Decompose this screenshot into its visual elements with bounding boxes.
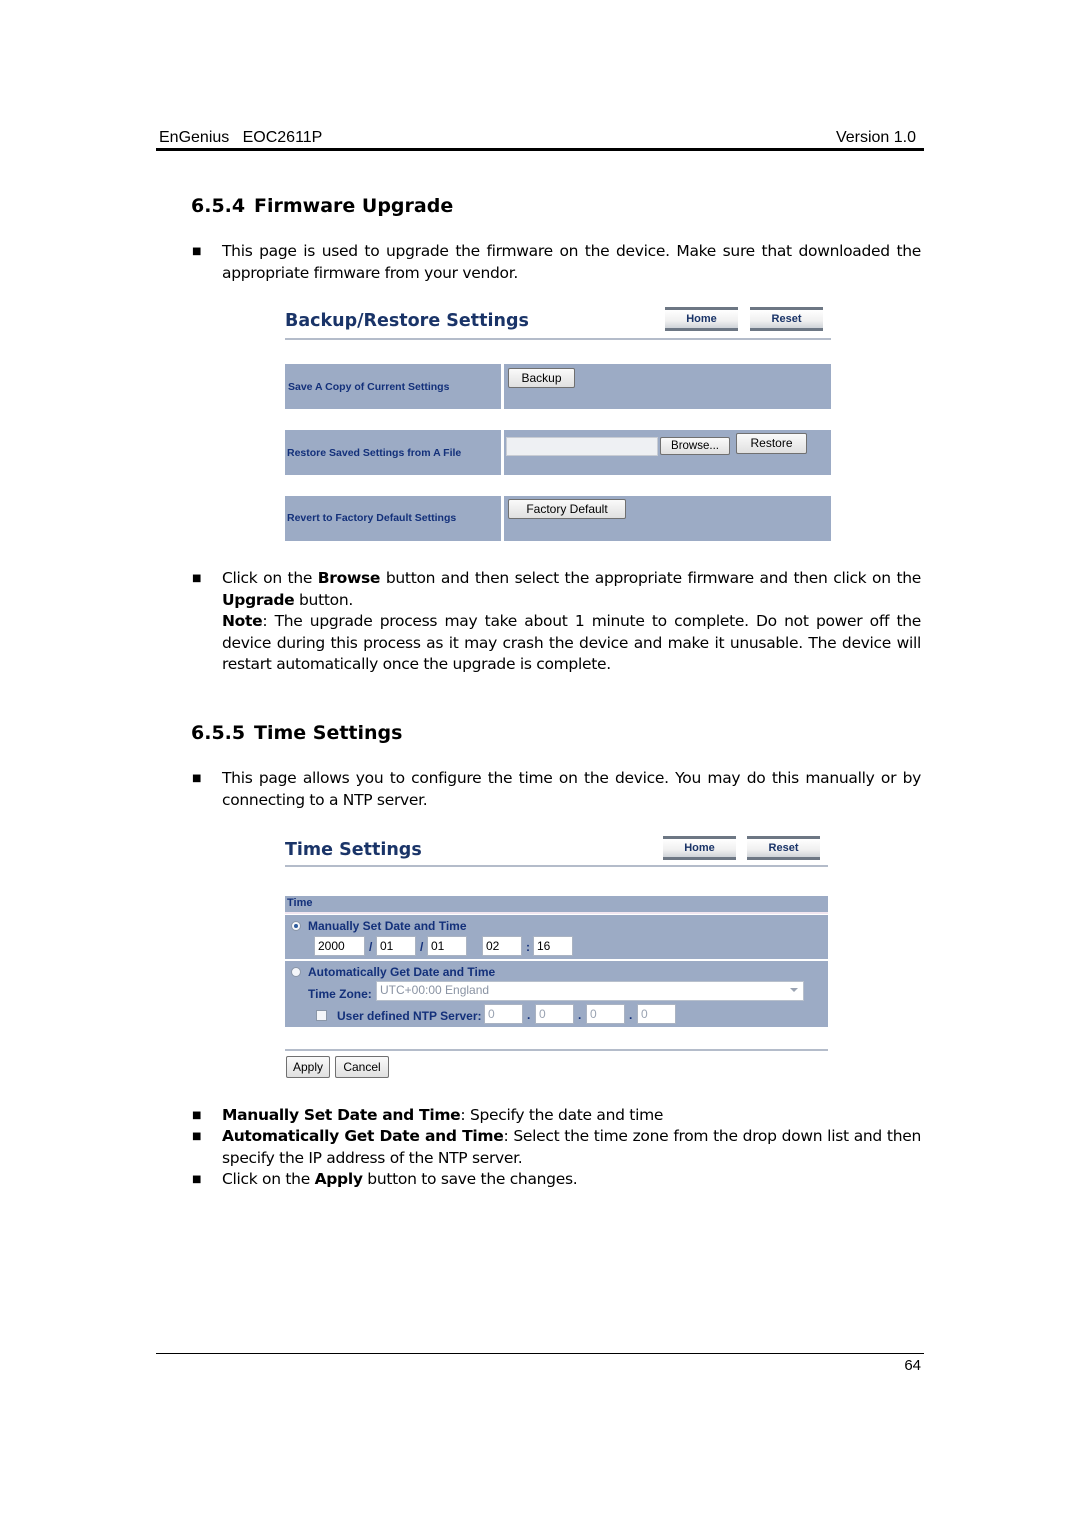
backup-page-title: Backup/Restore Settings xyxy=(285,311,529,331)
time-intro-text: This page allows you to configure the ti… xyxy=(222,769,921,809)
instr-text: Click on the xyxy=(222,569,318,587)
bullet-icon: ■ xyxy=(192,246,202,257)
note-text: : The upgrade process may take about 1 m… xyxy=(222,612,921,673)
bullet-text: : Specify the date and time xyxy=(460,1106,664,1124)
cancel-button[interactable]: Cancel xyxy=(335,1056,389,1078)
timezone-value: UTC+00:00 England xyxy=(380,983,490,997)
bullet-icon: ■ xyxy=(192,1110,202,1121)
backup-row-label: Save A Copy of Current Settings xyxy=(288,381,450,393)
manual-radio[interactable] xyxy=(291,921,301,931)
bullet-bold: Apply xyxy=(314,1170,363,1188)
time-separator: : xyxy=(526,940,530,954)
minute-input[interactable]: 16 xyxy=(533,936,573,956)
header-rule xyxy=(156,148,924,151)
ip-separator: . xyxy=(578,1008,582,1022)
time-bullet-2: ■ Automatically Get Date and Time: Selec… xyxy=(192,1126,921,1169)
bullet-text: Click on the xyxy=(222,1170,315,1188)
firmware-instructions: ■ Click on the Browse button and then se… xyxy=(192,568,921,676)
manual-label: Manually Set Date and Time xyxy=(308,919,467,933)
section-title: Firmware Upgrade xyxy=(254,195,454,217)
firmware-intro: ■ This page is used to upgrade the firmw… xyxy=(192,241,921,284)
doc-header-product: EnGenius EOC2611P xyxy=(159,129,323,146)
bullet-icon: ■ xyxy=(192,1131,202,1142)
factory-default-row-label: Revert to Factory Default Settings xyxy=(287,512,457,524)
title-rule xyxy=(285,338,831,340)
title-rule xyxy=(285,865,828,867)
row-divider xyxy=(501,430,504,475)
restore-row: Restore Saved Settings from A File Brows… xyxy=(285,430,831,475)
doc-header-version: Version 1.0 xyxy=(835,129,916,146)
ntp-octet-1[interactable]: 0 xyxy=(484,1004,523,1024)
manual-time-block: Manually Set Date and Time 2000 / 01 / 0… xyxy=(285,915,828,959)
factory-default-button[interactable]: Factory Default xyxy=(508,499,626,519)
ntp-label: User defined NTP Server: xyxy=(337,1009,482,1023)
section-number: 6.5.4 xyxy=(191,195,246,217)
section-heading-time: 6.5.5 Time Settings xyxy=(191,722,402,744)
instr-text: button. xyxy=(294,590,353,609)
timezone-label: Time Zone: xyxy=(308,987,372,1001)
browse-button[interactable]: Browse... xyxy=(660,437,730,455)
month-input[interactable]: 01 xyxy=(376,936,416,956)
reset-button[interactable]: Reset xyxy=(750,307,823,331)
note-label: Note xyxy=(222,612,263,630)
ntp-octet-2[interactable]: 0 xyxy=(535,1004,574,1024)
restore-row-label: Restore Saved Settings from A File xyxy=(287,447,462,459)
time-page-title: Time Settings xyxy=(285,840,422,860)
home-button[interactable]: Home xyxy=(665,307,738,331)
instr-upgrade-bold: Upgrade xyxy=(222,590,295,609)
time-bullet-3: ■ Click on the Apply button to save the … xyxy=(192,1169,921,1191)
section-heading-firmware: 6.5.4 Firmware Upgrade xyxy=(191,195,453,217)
time-intro: ■ This page allows you to configure the … xyxy=(192,768,921,811)
time-section-label: Time xyxy=(287,897,313,909)
date-separator: / xyxy=(420,940,424,954)
time-settings-screenshot: Time Settings Home Reset Time Manually S… xyxy=(285,830,828,1082)
time-section-header: Time xyxy=(285,896,828,914)
restore-button[interactable]: Restore xyxy=(736,433,807,454)
bullet-icon: ■ xyxy=(192,773,202,784)
backup-row: Save A Copy of Current Settings Backup xyxy=(285,364,831,409)
ip-separator: . xyxy=(527,1008,531,1022)
apply-button[interactable]: Apply xyxy=(286,1056,330,1078)
row-divider xyxy=(501,364,504,409)
timezone-select[interactable]: UTC+00:00 England xyxy=(376,981,804,1001)
bullet-bold: Manually Set Date and Time xyxy=(222,1106,461,1124)
footer-rule xyxy=(156,1353,924,1354)
ip-separator: . xyxy=(629,1008,633,1022)
page-number: 64 xyxy=(904,1357,921,1374)
factory-default-row: Revert to Factory Default Settings Facto… xyxy=(285,496,831,541)
backup-button[interactable]: Backup xyxy=(508,368,575,388)
backup-restore-screenshot: Backup/Restore Settings Home Reset Save … xyxy=(285,300,831,545)
year-input[interactable]: 2000 xyxy=(314,936,365,956)
ntp-checkbox[interactable] xyxy=(316,1010,327,1021)
form-rule xyxy=(285,1049,828,1051)
restore-file-input[interactable] xyxy=(506,437,658,456)
auto-time-block: Automatically Get Date and Time Time Zon… xyxy=(285,961,828,1027)
instr-text: button and then select the appropriate f… xyxy=(380,569,921,587)
row-divider xyxy=(501,496,504,541)
date-separator: / xyxy=(369,940,373,954)
ntp-octet-3[interactable]: 0 xyxy=(586,1004,625,1024)
bullet-text: button to save the changes. xyxy=(362,1170,578,1188)
hour-input[interactable]: 02 xyxy=(482,936,522,956)
ntp-octet-4[interactable]: 0 xyxy=(637,1004,676,1024)
firmware-intro-text: This page is used to upgrade the firmwar… xyxy=(222,242,921,282)
section-title: Time Settings xyxy=(254,722,403,744)
bullet-icon: ■ xyxy=(192,573,202,584)
day-input[interactable]: 01 xyxy=(427,936,467,956)
auto-radio[interactable] xyxy=(291,967,301,977)
dropdown-arrow-icon xyxy=(790,988,798,992)
home-button[interactable]: Home xyxy=(663,836,736,860)
bullet-bold: Automatically Get Date and Time xyxy=(222,1127,504,1145)
section-number: 6.5.5 xyxy=(191,722,246,744)
bullet-icon: ■ xyxy=(192,1174,202,1185)
instr-browse-bold: Browse xyxy=(317,569,381,587)
auto-label: Automatically Get Date and Time xyxy=(308,965,496,979)
time-bullet-1: ■ Manually Set Date and Time: Specify th… xyxy=(192,1105,921,1127)
reset-button[interactable]: Reset xyxy=(747,836,820,860)
